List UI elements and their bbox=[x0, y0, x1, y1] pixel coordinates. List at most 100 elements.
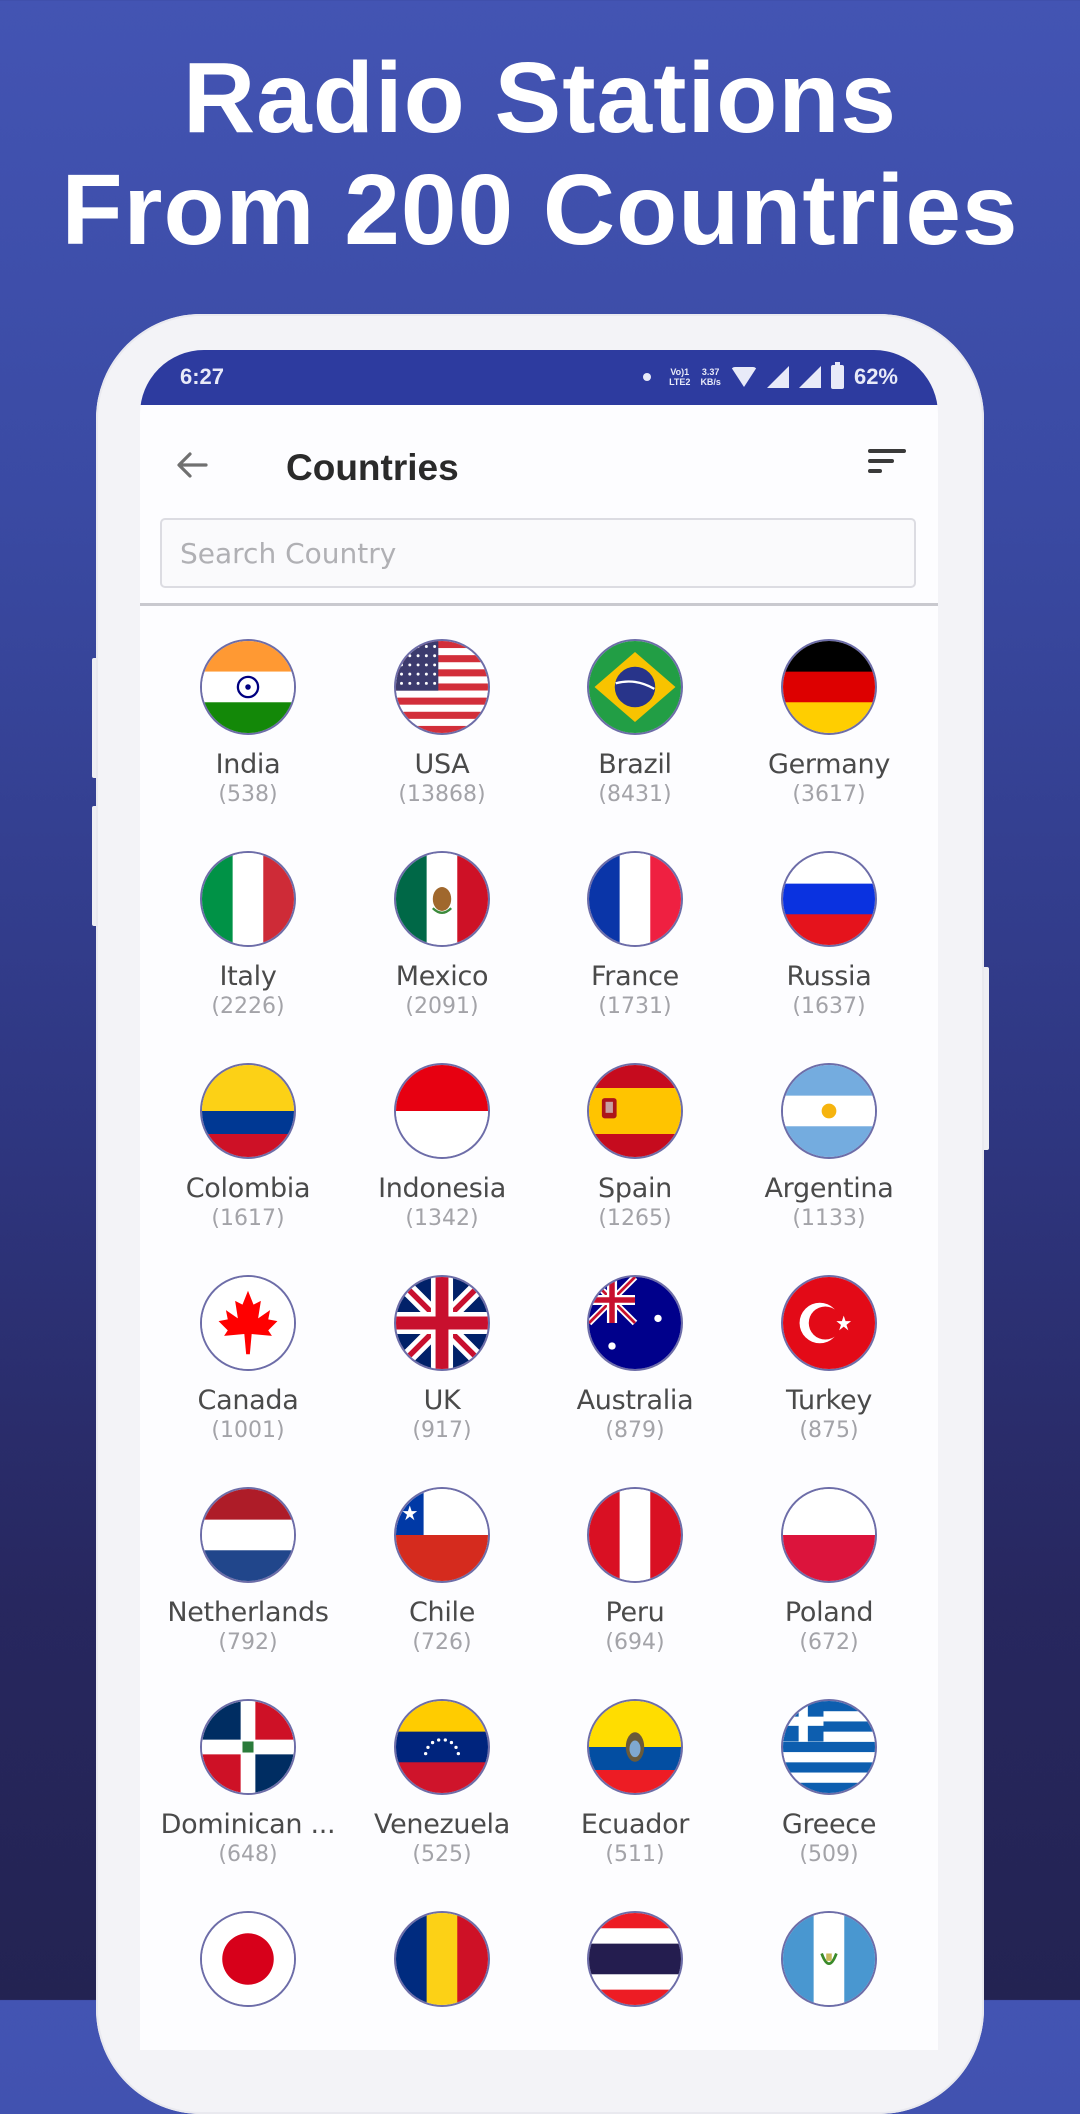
station-count: (672) bbox=[799, 1630, 859, 1655]
mexico-flag-icon bbox=[394, 851, 490, 947]
country-name: Russia bbox=[786, 961, 872, 992]
country-name: Greece bbox=[781, 1809, 877, 1840]
arrow-left-icon bbox=[177, 452, 208, 478]
country-item[interactable]: USA (13868) bbox=[345, 639, 539, 807]
country-item[interactable]: Mexico (2091) bbox=[345, 851, 539, 1019]
station-count: (1637) bbox=[792, 994, 866, 1019]
country-item[interactable] bbox=[345, 1911, 539, 2021]
country-item[interactable]: Peru (694) bbox=[538, 1487, 732, 1655]
australia-flag-icon bbox=[587, 1275, 683, 1371]
station-count: (511) bbox=[605, 1842, 665, 1867]
signal-2-icon bbox=[798, 366, 821, 388]
search-country-input[interactable] bbox=[160, 518, 916, 588]
back-button[interactable] bbox=[172, 445, 212, 485]
station-count: (8431) bbox=[598, 782, 672, 807]
station-count: (525) bbox=[412, 1842, 472, 1867]
country-item[interactable]: Italy (2226) bbox=[151, 851, 345, 1019]
country-name: Turkey bbox=[785, 1385, 873, 1416]
guatemala-flag-icon bbox=[781, 1911, 877, 2007]
station-count: (2226) bbox=[211, 994, 285, 1019]
station-count: (917) bbox=[412, 1418, 472, 1443]
country-name: Colombia bbox=[185, 1173, 311, 1204]
country-name: Mexico bbox=[395, 961, 489, 992]
spain-flag-icon bbox=[587, 1063, 683, 1159]
country-item[interactable]: Chile (726) bbox=[345, 1487, 539, 1655]
venezuela-flag-icon bbox=[394, 1699, 490, 1795]
germany-flag-icon bbox=[781, 639, 877, 735]
country-name: Venezuela bbox=[374, 1809, 510, 1840]
promo-headline: Radio Stations From 200 Countries bbox=[0, 42, 1080, 266]
netherlands-flag-icon bbox=[200, 1487, 296, 1583]
notification-dot-icon bbox=[643, 373, 652, 381]
country-name: Argentina bbox=[764, 1173, 894, 1204]
country-item[interactable]: Dominican ... (648) bbox=[151, 1699, 345, 1867]
country-item[interactable]: Brazil (8431) bbox=[538, 639, 732, 807]
sort-icon bbox=[868, 449, 906, 453]
thailand-flag-icon bbox=[587, 1911, 683, 2007]
india-flag-icon bbox=[200, 639, 296, 735]
country-item[interactable]: Greece (509) bbox=[732, 1699, 926, 1867]
headline-line-2: From 200 Countries bbox=[61, 154, 1019, 266]
country-item[interactable]: Australia (879) bbox=[538, 1275, 732, 1443]
country-item[interactable]: France (1731) bbox=[538, 851, 732, 1019]
country-item[interactable] bbox=[732, 1911, 926, 2021]
station-count: (509) bbox=[799, 1842, 859, 1867]
ecuador-flag-icon bbox=[587, 1699, 683, 1795]
station-count: (13868) bbox=[398, 782, 486, 807]
country-item[interactable] bbox=[538, 1911, 732, 2021]
france-flag-icon bbox=[587, 851, 683, 947]
japan-flag-icon bbox=[200, 1911, 296, 2007]
country-item[interactable]: Netherlands (792) bbox=[151, 1487, 345, 1655]
greece-flag-icon bbox=[781, 1699, 877, 1795]
country-item[interactable]: Poland (672) bbox=[732, 1487, 926, 1655]
country-item[interactable] bbox=[151, 1911, 345, 2021]
sort-button[interactable] bbox=[868, 449, 908, 477]
country-item[interactable]: Argentina (1133) bbox=[732, 1063, 926, 1231]
wifi-icon bbox=[730, 367, 757, 387]
status-time: 6:27 bbox=[180, 364, 225, 389]
romania-flag-icon bbox=[394, 1911, 490, 2007]
country-item[interactable]: Spain (1265) bbox=[538, 1063, 732, 1231]
country-item[interactable]: Canada (1001) bbox=[151, 1275, 345, 1443]
country-item[interactable]: Ecuador (511) bbox=[538, 1699, 732, 1867]
colombia-flag-icon bbox=[200, 1063, 296, 1159]
country-item[interactable]: Germany (3617) bbox=[732, 639, 926, 807]
country-name: Dominican ... bbox=[160, 1809, 336, 1840]
station-count: (1001) bbox=[211, 1418, 285, 1443]
brazil-flag-icon bbox=[587, 639, 683, 735]
station-count: (1731) bbox=[598, 994, 672, 1019]
country-name: Netherlands bbox=[167, 1597, 329, 1628]
station-count: (879) bbox=[605, 1418, 665, 1443]
indonesia-flag-icon bbox=[394, 1063, 490, 1159]
uk-flag-icon bbox=[394, 1275, 490, 1371]
headline-line-1: Radio Stations bbox=[182, 42, 898, 154]
country-name: France bbox=[591, 961, 679, 992]
country-name: Australia bbox=[576, 1385, 694, 1416]
country-name: Peru bbox=[605, 1597, 665, 1628]
country-item[interactable]: Venezuela (525) bbox=[345, 1699, 539, 1867]
station-count: (1133) bbox=[792, 1206, 866, 1231]
page-title: Countries bbox=[286, 447, 459, 488]
station-count: (648) bbox=[218, 1842, 278, 1867]
country-item[interactable]: Turkey (875) bbox=[732, 1275, 926, 1443]
russia-flag-icon bbox=[781, 851, 877, 947]
turkey-flag-icon bbox=[781, 1275, 877, 1371]
country-item[interactable]: Indonesia (1342) bbox=[345, 1063, 539, 1231]
country-name: Poland bbox=[784, 1597, 874, 1628]
country-name: Indonesia bbox=[378, 1173, 506, 1204]
country-item[interactable]: Russia (1637) bbox=[732, 851, 926, 1019]
status-bar: 6:27 Vo)1 LTE2 3.37 KB/s 62% bbox=[140, 350, 938, 405]
station-count: (1617) bbox=[211, 1206, 285, 1231]
volte-icon: Vo)1 LTE2 bbox=[669, 367, 691, 387]
app-bar: Countries bbox=[140, 405, 938, 510]
argentina-flag-icon bbox=[781, 1063, 877, 1159]
country-name: Italy bbox=[219, 961, 277, 992]
chile-flag-icon bbox=[394, 1487, 490, 1583]
poland-flag-icon bbox=[781, 1487, 877, 1583]
country-item[interactable]: Colombia (1617) bbox=[151, 1063, 345, 1231]
peru-flag-icon bbox=[587, 1487, 683, 1583]
country-name: UK bbox=[423, 1385, 461, 1416]
station-count: (1342) bbox=[405, 1206, 479, 1231]
country-item[interactable]: India (538) bbox=[151, 639, 345, 807]
country-item[interactable]: UK (917) bbox=[345, 1275, 539, 1443]
